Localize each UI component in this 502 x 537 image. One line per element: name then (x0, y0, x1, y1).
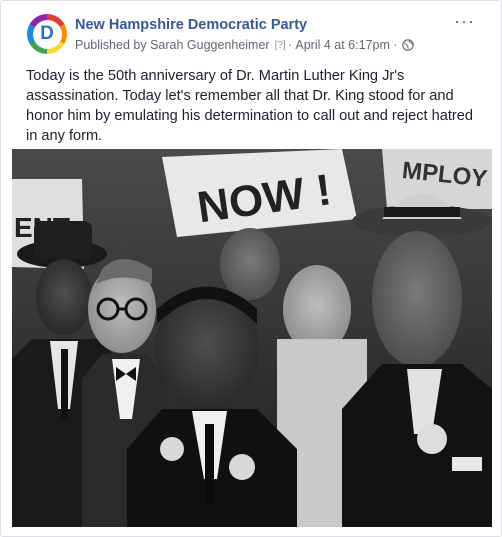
meta-separator: · (287, 38, 292, 52)
page-name-link[interactable]: New Hampshire Democratic Party (75, 17, 307, 33)
post-meta: Published by Sarah Guggenheimer [?] · Ap… (75, 38, 414, 52)
author-link[interactable]: Sarah Guggenheimer (150, 38, 270, 52)
author-help-link[interactable]: [?] (275, 40, 286, 51)
page-avatar[interactable]: D (27, 14, 67, 54)
post-photo[interactable]: NOW ! ENT MPLOY (12, 149, 492, 527)
facebook-post: D New Hampshire Democratic Party Publish… (0, 0, 502, 537)
globe-icon (401, 39, 414, 51)
post-date-link[interactable]: April 4 at 6:17pm (295, 38, 390, 52)
meta-separator-2: · (393, 38, 398, 52)
more-options-icon[interactable]: ··· (454, 11, 475, 32)
avatar-letter: D (32, 19, 62, 49)
post-text: Today is the 50th anniversary of Dr. Mar… (26, 68, 473, 144)
published-prefix: Published by (75, 38, 147, 52)
